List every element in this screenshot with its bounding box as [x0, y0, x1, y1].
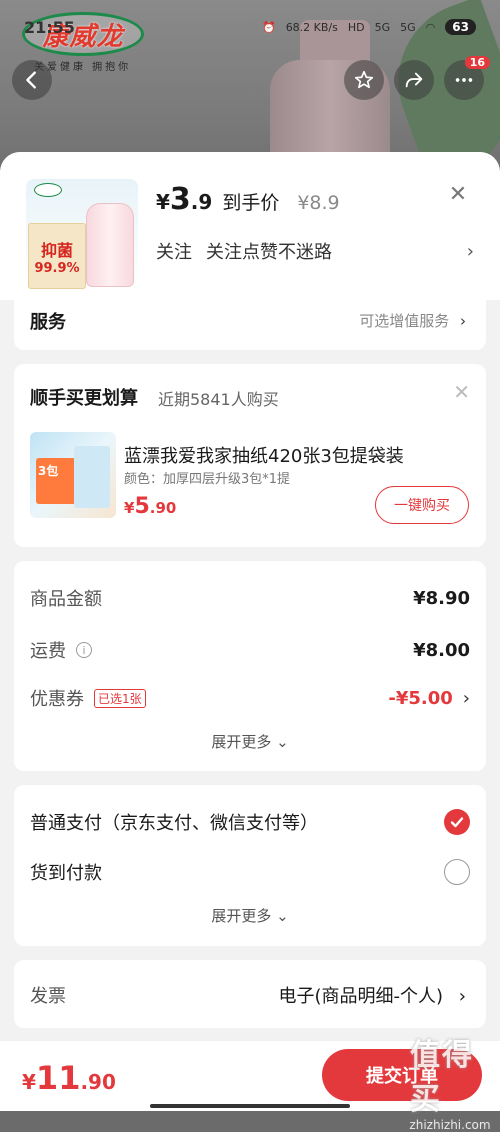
payment-expand-more[interactable]: 展开更多 ⌄ [14, 905, 486, 926]
product-thumbnail[interactable]: 抑菌 99.9% [26, 179, 138, 291]
close-icon[interactable]: ✕ [446, 182, 470, 207]
amount-expand-more[interactable]: 展开更多 ⌄ [14, 731, 486, 752]
watermark-logo: 值得买 [410, 1038, 474, 1117]
chevron-left-icon [26, 71, 36, 89]
thumb-promo-text-1: 抑菌 [40, 240, 73, 260]
bundle-price-currency: ¥ [124, 499, 135, 517]
price-currency: ¥ [156, 190, 170, 214]
thumb-promo-text-2: 99.9% [34, 260, 80, 276]
price-decimal: .9 [190, 190, 213, 214]
watermark: 值得买 zhizhizhi.com [409, 1030, 490, 1132]
shipping-value: ¥8.00 [413, 639, 470, 661]
signal-icon-1: 5G [374, 20, 391, 34]
payment-option-label: 普通支付（京东支付、微信支付等） [30, 813, 318, 834]
status-icons: ⏰ 68.2 KB/s HD 5G 5G ◠ 63 [262, 19, 476, 35]
service-value-text: 可选增值服务 [359, 312, 450, 330]
price-line: ¥ 3 .9 到手价 ¥8.9 [156, 182, 340, 217]
service-value: 可选增值服务 › [359, 310, 466, 331]
wifi-icon: ◠ [425, 20, 436, 34]
expand-more-label: 展开更多 [211, 733, 272, 751]
follow-text: 关注点赞不迷路 [206, 242, 332, 263]
invoice-value-text: 电子(商品明细-个人) [278, 986, 444, 1007]
follow-label: 关注 [156, 242, 192, 263]
check-icon [450, 817, 464, 828]
product-header: 抑菌 99.9% ¥ 3 .9 到手价 ¥8.9 ✕ 关注 关注点赞不迷路 › [0, 152, 500, 300]
radio-unchecked-icon[interactable] [444, 859, 470, 885]
alarm-icon: ⏰ [261, 20, 276, 34]
signal-icon-2: 5G [400, 20, 416, 34]
favorite-button[interactable] [344, 60, 384, 100]
tissue-pack-image [74, 446, 110, 508]
service-row[interactable]: 服务 可选增值服务 › [14, 298, 486, 350]
payment-option-normal[interactable]: 普通支付（京东支付、微信支付等） [30, 809, 470, 835]
thumb-brand-logo [34, 183, 62, 197]
expand-more-label: 展开更多 [211, 907, 272, 925]
invoice-row[interactable]: 发票 电子(商品明细-个人) › [14, 960, 486, 1028]
goods-amount-value: ¥8.90 [413, 587, 470, 609]
shipping-label: 运费 [30, 641, 66, 662]
battery-icon: 63 [445, 19, 476, 35]
chevron-right-icon: › [466, 240, 474, 262]
original-price: ¥8.9 [297, 192, 340, 214]
total-decimal: .90 [80, 1070, 116, 1094]
bundle-item-price: ¥5.90 [124, 494, 176, 519]
one-click-buy-button[interactable]: 一键购买 [375, 486, 469, 524]
order-sheet: 抑菌 99.9% ¥ 3 .9 到手价 ¥8.9 ✕ 关注 关注点赞不迷路 › … [0, 152, 500, 1111]
payment-option-label: 货到付款 [30, 863, 102, 884]
bundle-item-image[interactable]: 3包 [30, 432, 116, 518]
total-currency: ¥ [22, 1070, 36, 1094]
more-icon [455, 78, 473, 82]
star-icon [354, 70, 374, 89]
service-title: 服务 [30, 312, 66, 333]
amount-card: 商品金额 ¥8.90 运费 i ¥8.00 优惠券 已选1张 -¥5.00 › … [14, 561, 486, 771]
status-time: 21:55 [24, 17, 75, 37]
info-icon[interactable]: i [76, 642, 92, 658]
more-button[interactable]: 16 [444, 56, 490, 100]
thumb-bottle-image [86, 203, 134, 287]
bundle-item-spec: 颜色：加厚四层升级3包*1提 [124, 472, 291, 487]
radio-checked-icon[interactable] [444, 809, 470, 835]
watermark-url: zhizhizhi.com [409, 1118, 491, 1132]
hd-icon: HD [347, 20, 365, 34]
shipping-row: 运费 i ¥8.00 [30, 637, 470, 663]
chevron-down-icon: ⌄ [276, 733, 289, 751]
chevron-down-icon: ⌄ [276, 907, 289, 925]
price-integer: 3 [169, 182, 191, 217]
coupon-value: -¥5.00 [388, 687, 453, 709]
share-button[interactable] [394, 60, 434, 100]
bundle-card: 顺手买更划算 近期5841人购买 ✕ 3包 蓝漂我爱我家抽纸420张3包提袋装 … [14, 364, 486, 547]
chevron-right-icon: › [460, 312, 466, 330]
total-price: ¥11.90 [22, 1059, 116, 1097]
message-badge: 16 [464, 56, 490, 69]
coupon-selected-tag: 已选1张 [94, 688, 146, 708]
coupon-label: 优惠券 [30, 689, 84, 710]
status-bar: 21:55 ⏰ 68.2 KB/s HD 5G 5G ◠ 63 [0, 0, 500, 54]
payment-option-cod[interactable]: 货到付款 [30, 859, 470, 885]
net-speed: 68.2 KB/s [285, 20, 338, 34]
follow-row[interactable]: 关注 关注点赞不迷路 › [156, 238, 474, 264]
total-integer: 11 [35, 1059, 81, 1097]
share-icon [405, 72, 423, 88]
chevron-right-icon: › [458, 986, 466, 1007]
goods-amount-row: 商品金额 ¥8.90 [30, 585, 470, 611]
bundle-subtitle: 近期5841人购买 [158, 390, 279, 409]
final-price-tag: 到手价 [222, 192, 280, 214]
back-button[interactable] [12, 60, 52, 100]
home-indicator[interactable] [150, 1104, 350, 1108]
close-icon[interactable]: ✕ [453, 380, 470, 404]
bundle-item-name[interactable]: 蓝漂我爱我家抽纸420张3包提袋装 [124, 442, 404, 468]
payment-card: 普通支付（京东支付、微信支付等） 货到付款 展开更多 ⌄ [14, 785, 486, 946]
bundle-price-integer: 5 [134, 494, 150, 519]
bundle-title: 顺手买更划算 [30, 388, 138, 409]
bundle-price-decimal: .90 [149, 499, 177, 517]
invoice-value: 电子(商品明细-个人) › [279, 982, 466, 1008]
chevron-right-icon: › [462, 687, 470, 709]
thumb-promo-badge: 抑菌 99.9% [28, 223, 86, 289]
invoice-label: 发票 [30, 986, 66, 1007]
goods-amount-label: 商品金额 [30, 589, 102, 610]
bundle-image-label: 3包 [38, 464, 59, 478]
coupon-row[interactable]: 优惠券 已选1张 -¥5.00 › [30, 685, 470, 711]
